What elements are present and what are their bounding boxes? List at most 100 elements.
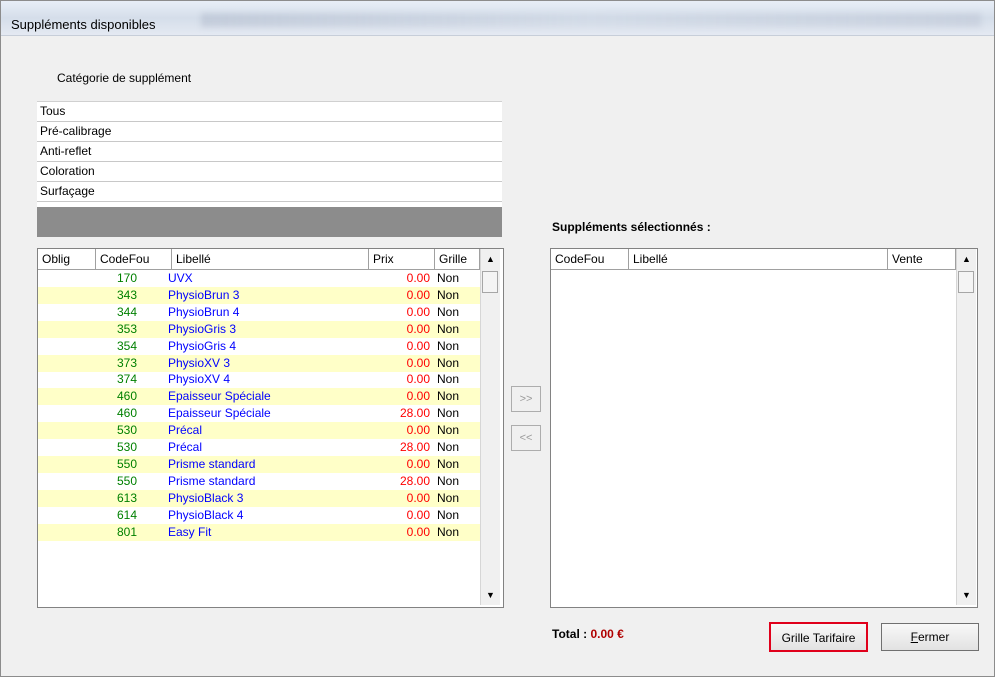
available-grid-scrollbar[interactable]: ▲ ▼ [480,249,500,605]
cell-libelle: Précal [168,423,203,438]
column-header-libelle[interactable]: Libellé [172,249,369,269]
table-row[interactable]: 530 Précal 0.00 Non [38,422,480,440]
category-item-pre-calibrage[interactable]: Pré-calibrage [37,122,502,142]
cell-codefou: 550 [117,473,138,488]
cell-codefou: 343 [117,287,138,302]
remove-supplement-button[interactable]: << [511,425,541,451]
total-value: 0.00 € [590,627,624,641]
scroll-up-icon[interactable]: ▲ [481,249,500,269]
cell-prix: 0.00 [406,507,430,522]
cell-libelle: PhysioGris 3 [168,321,237,336]
table-row[interactable]: 801 Easy Fit 0.00 Non [38,523,480,541]
cell-libelle: PhysioXV 4 [168,372,231,387]
total-label: Total : [552,627,588,641]
table-row[interactable]: 550 Prisme standard 0.00 Non [38,455,480,473]
cell-prix: 0.00 [406,271,430,285]
column-header-grille[interactable]: Grille [435,249,480,269]
table-row[interactable]: 353 PhysioGris 3 0.00 Non [38,320,480,338]
table-row[interactable]: 354 PhysioGris 4 0.00 Non [38,338,480,355]
cell-prix: 0.00 [406,338,430,353]
cell-grille: Non [437,440,460,454]
cell-grille: Non [437,372,460,387]
category-item-surfacage[interactable]: Surfaçage [37,182,502,202]
cell-libelle: PhysioBrun 3 [168,287,240,302]
cell-libelle: PhysioGris 4 [168,338,237,353]
cell-grille: Non [437,321,460,336]
table-row[interactable]: 374 PhysioXV 4 0.00 Non [38,371,480,388]
cell-grille: Non [437,406,460,421]
cell-grille: Non [437,456,460,471]
cell-libelle: Prisme standard [168,456,256,471]
scroll-up-icon[interactable]: ▲ [957,249,976,269]
cell-libelle: Epaisseur Spéciale [168,389,271,404]
table-row[interactable]: 170 UVX 0.00 Non [38,270,480,287]
column-header-codefou[interactable]: CodeFou [551,249,629,269]
column-header-codefou[interactable]: CodeFou [96,249,172,269]
table-row[interactable]: 373 PhysioXV 3 0.00 Non [38,354,480,372]
add-supplement-button[interactable]: >> [511,386,541,412]
scrollbar-thumb[interactable] [482,271,498,293]
cell-prix: 0.00 [406,321,430,336]
selected-supplements-title: Suppléments sélectionnés : [552,220,711,234]
scroll-down-icon[interactable]: ▼ [481,585,500,605]
table-row[interactable]: 614 PhysioBlack 4 0.00 Non [38,507,480,524]
table-row[interactable]: 460 Epaisseur Spéciale 28.00 Non [38,405,480,422]
column-header-vente[interactable]: Vente [888,249,956,269]
cell-grille: Non [437,389,460,404]
fermer-button[interactable]: Fermer [881,623,979,651]
category-item-anti-reflet[interactable]: Anti-reflet [37,142,502,162]
cell-codefou: 801 [117,524,138,539]
cell-codefou: 354 [117,338,138,353]
cell-grille: Non [437,355,460,370]
table-row[interactable]: 550 Prisme standard 28.00 Non [38,473,480,490]
cell-libelle: Précal [168,440,203,454]
fermer-mnemonic: F [910,630,918,644]
cell-grille: Non [437,271,460,285]
cell-libelle: PhysioBlack 4 [168,507,244,522]
column-header-libelle[interactable]: Libellé [629,249,888,269]
table-row[interactable]: 460 Epaisseur Spéciale 0.00 Non [38,388,480,406]
title-bar: Suppléments disponibles [1,1,994,36]
cell-codefou: 460 [117,406,138,421]
cell-grille: Non [437,524,460,539]
window-title: Suppléments disponibles [11,17,156,32]
cell-codefou: 460 [117,389,138,404]
cell-libelle: Prisme standard [168,473,256,488]
cell-prix: 28.00 [399,440,430,454]
cell-prix: 0.00 [406,287,430,302]
category-list[interactable]: Tous Pré-calibrage Anti-reflet Coloratio… [37,101,502,208]
cell-codefou: 614 [117,507,138,522]
cell-codefou: 550 [117,456,138,471]
category-label: Catégorie de supplément [57,71,192,85]
column-header-oblig[interactable]: Oblig [38,249,96,269]
selected-supplements-grid[interactable]: CodeFou Libellé Vente ▲ ▼ [550,248,978,608]
cell-libelle: UVX [168,271,193,285]
grille-tarifaire-button[interactable]: Grille Tarifaire [769,622,868,652]
cell-prix: 0.00 [406,423,430,438]
cell-grille: Non [437,490,460,505]
scroll-down-icon[interactable]: ▼ [957,585,976,605]
scrollbar-thumb[interactable] [958,271,974,293]
total-display: Total : 0.00 € [552,627,624,641]
available-supplements-grid[interactable]: Oblig CodeFou Libellé Prix Grille 170 UVX… [37,248,504,608]
table-row[interactable]: 344 PhysioBrun 4 0.00 Non [38,304,480,321]
table-row[interactable]: 530 Précal 28.00 Non [38,439,480,456]
category-item-tous[interactable]: Tous [37,102,502,122]
title-bar-background [201,13,981,27]
cell-grille: Non [437,287,460,302]
selected-grid-scrollbar[interactable]: ▲ ▼ [956,249,976,605]
table-row[interactable]: 613 PhysioBlack 3 0.00 Non [38,489,480,507]
selected-grid-header: CodeFou Libellé Vente [551,249,956,270]
cell-grille: Non [437,423,460,438]
column-header-prix[interactable]: Prix [369,249,435,269]
cell-prix: 0.00 [406,389,430,404]
cell-codefou: 373 [117,355,138,370]
table-row[interactable]: 343 PhysioBrun 3 0.00 Non [38,286,480,304]
cell-prix: 0.00 [406,490,430,505]
category-list-empty-area [37,207,502,237]
category-item-coloration[interactable]: Coloration [37,162,502,182]
cell-codefou: 530 [117,440,138,454]
cell-prix: 0.00 [406,372,430,387]
cell-prix: 0.00 [406,524,430,539]
cell-codefou: 613 [117,490,138,505]
